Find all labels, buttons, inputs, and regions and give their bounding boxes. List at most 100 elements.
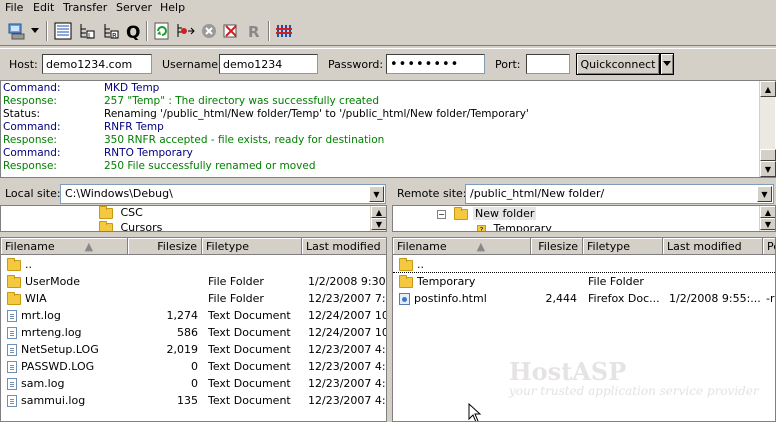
remote-col-modified[interactable]: Last modified	[663, 238, 763, 255]
file-row[interactable]: Temporary File Folder	[393, 273, 775, 290]
file-name-cell: sam.log	[7, 377, 127, 390]
file-permissions: -r	[766, 292, 775, 305]
scroll-thumb[interactable]	[760, 149, 776, 161]
username-input[interactable]	[219, 54, 318, 74]
dropdown-arrow-icon[interactable]	[29, 20, 41, 42]
compare-icon[interactable]	[274, 20, 294, 42]
toggle-remote-tree-icon[interactable]: R	[101, 20, 121, 42]
disconnect-icon[interactable]	[221, 20, 241, 42]
local-path-combo[interactable]: C:\Windows\Debug\ ▼	[60, 184, 386, 204]
log-entry-message: 250 File successfully renamed or moved	[104, 160, 316, 172]
tree-node-new-folder[interactable]: − New folder	[437, 206, 537, 220]
file-row[interactable]: sammui.log 135 Text Document 12/23/2007 4:3…	[1, 392, 386, 409]
quickconnect-button[interactable]: Quickconnect	[576, 53, 660, 75]
file-type: Text Document	[208, 343, 291, 356]
file-row[interactable]: sam.log 0 Text Document 12/23/2007 4:23	[1, 375, 386, 392]
file-row[interactable]: WIA File Folder 12/23/2007 7:19	[1, 290, 386, 307]
file-row[interactable]: UserMode File Folder 1/2/2008 9:30:3	[1, 273, 386, 290]
file-name-cell: NetSetup.LOG	[7, 343, 127, 356]
menu-bar: File Edit Transfer Server Help	[0, 0, 776, 17]
file-type: Text Document	[208, 326, 291, 339]
log-entry-type: Status:	[3, 108, 40, 120]
remote-file-list[interactable]: Filename ▲ Filesize Filetype Last modifie…	[392, 237, 776, 422]
local-col-filename[interactable]: Filename ▲	[1, 238, 128, 255]
file-name-cell: WIA	[7, 292, 127, 305]
collapse-icon[interactable]: −	[437, 209, 446, 219]
local-col-filetype[interactable]: Filetype	[202, 238, 302, 255]
reconnect-icon[interactable]: R	[244, 20, 264, 42]
file-modified: 12/23/2007 4:34	[308, 343, 386, 356]
local-file-list[interactable]: Filename ▲ Filesize Filetype Last modifie…	[0, 237, 387, 422]
site-manager-icon[interactable]	[7, 20, 27, 42]
watermark: HostASP your trusted application service…	[509, 357, 759, 398]
refresh-icon[interactable]	[152, 20, 172, 42]
file-name: mrt.log	[21, 309, 61, 322]
file-modified: 12/23/2007 4:23	[308, 360, 386, 373]
menu-edit[interactable]: Edit	[33, 1, 54, 14]
remote-tree[interactable]: − New folder ? Temporary ▲ ▼	[392, 205, 776, 232]
tree-node-cursors[interactable]: Cursors	[99, 220, 162, 231]
remote-col-permissions[interactable]: Pe	[763, 238, 775, 255]
file-size: 2,019	[166, 343, 199, 356]
toggle-log-icon[interactable]	[53, 20, 73, 42]
text-file-icon	[7, 310, 17, 322]
folder-icon	[7, 275, 21, 288]
toolbar-separator	[268, 21, 270, 41]
file-size: 0	[191, 377, 198, 390]
remote-tree-scrollbar[interactable]: ▲ ▼	[759, 206, 775, 231]
local-tree-scrollbar[interactable]: ▲ ▼	[370, 206, 386, 231]
tree-node-temporary[interactable]: ? Temporary	[477, 222, 552, 231]
local-col-modified[interactable]: Last modified	[302, 238, 386, 255]
scroll-down-icon[interactable]: ▼	[760, 218, 775, 230]
log-entry-message: 257 "Temp" : The directory was successfu…	[104, 95, 380, 107]
remote-col-filesize[interactable]: Filesize	[531, 238, 583, 255]
file-name: sammui.log	[21, 394, 86, 407]
local-tree[interactable]: CSC Cursors ▲ ▼	[0, 205, 387, 232]
file-row[interactable]: ..	[393, 256, 775, 273]
mouse-cursor-icon	[468, 403, 482, 421]
file-size: 1,274	[166, 309, 199, 322]
menu-file[interactable]: File	[5, 1, 23, 14]
password-input[interactable]	[386, 54, 485, 74]
file-name-cell: ..	[7, 258, 127, 271]
local-col-filesize[interactable]: Filesize	[128, 238, 202, 255]
scroll-up-icon[interactable]: ▲	[760, 206, 775, 218]
local-site-bar: Local site: C:\Windows\Debug\ ▼	[0, 183, 387, 205]
file-row[interactable]: mrteng.log 586 Text Document 12/24/2007 10:…	[1, 324, 386, 341]
scroll-up-icon[interactable]: ▲	[760, 81, 776, 97]
scroll-down-icon[interactable]: ▼	[371, 218, 386, 230]
menu-help[interactable]: Help	[160, 1, 185, 14]
port-input[interactable]	[526, 54, 570, 74]
message-log[interactable]: Command: MKD Temp Response: 257 "Temp" : Th…	[0, 80, 776, 178]
menu-transfer[interactable]: Transfer	[63, 1, 107, 14]
sort-ascending-icon: ▲	[476, 240, 486, 253]
cancel-icon[interactable]	[199, 20, 219, 42]
chevron-down-icon[interactable]: ▼	[757, 186, 772, 202]
menu-server[interactable]: Server	[116, 1, 152, 14]
file-name-cell: postinfo.html	[399, 292, 529, 305]
file-row[interactable]: mrt.log 1,274 Text Document 12/24/2007 10:4	[1, 307, 386, 324]
file-size: 586	[177, 326, 198, 339]
file-modified: 12/24/2007 10:4	[308, 309, 386, 322]
remote-col-filetype[interactable]: Filetype	[583, 238, 663, 255]
file-row[interactable]: PASSWD.LOG 0 Text Document 12/23/2007 4:23	[1, 358, 386, 375]
remote-path-combo[interactable]: /public_html/New folder/ ▼	[465, 184, 774, 204]
file-size: 135	[177, 394, 198, 407]
log-scrollbar[interactable]: ▲ ▼	[759, 81, 776, 177]
quickconnect-dropdown[interactable]	[660, 53, 674, 75]
log-entry-message: MKD Temp	[104, 82, 160, 94]
toggle-queue-icon[interactable]: Q	[124, 20, 144, 42]
chevron-down-icon[interactable]: ▼	[369, 186, 384, 202]
file-row[interactable]: ..	[1, 256, 386, 273]
host-input[interactable]	[42, 54, 152, 74]
scroll-up-icon[interactable]: ▲	[371, 206, 386, 218]
toggle-local-tree-icon[interactable]: L	[77, 20, 97, 42]
process-queue-icon[interactable]	[176, 20, 196, 42]
scroll-down-icon[interactable]: ▼	[760, 161, 776, 177]
file-row[interactable]: NetSetup.LOG 2,019 Text Document 12/23/2007…	[1, 341, 386, 358]
file-row[interactable]: postinfo.html 2,444 Firefox Doc... 1/2/2008…	[393, 290, 775, 307]
tree-node-csc[interactable]: CSC	[99, 206, 143, 219]
folder-icon	[399, 258, 413, 271]
remote-col-filename[interactable]: Filename ▲	[393, 238, 531, 255]
log-entry-type: Command:	[3, 82, 61, 94]
